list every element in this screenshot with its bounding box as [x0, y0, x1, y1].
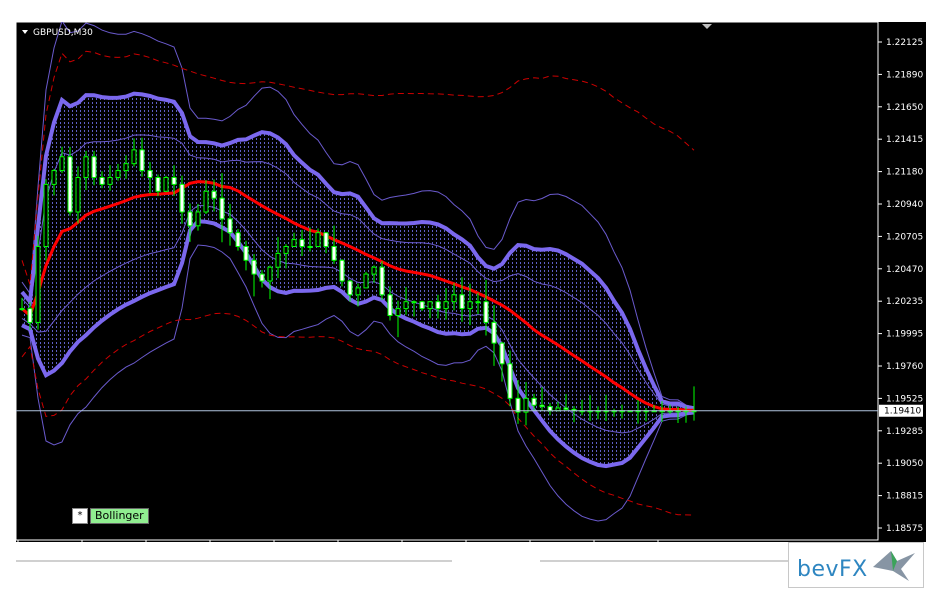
- scrollbar-track-right: [540, 560, 790, 562]
- candle-body: [547, 406, 553, 412]
- candle-body: [515, 397, 521, 413]
- candle-body: [275, 252, 281, 268]
- candle-body: [51, 170, 57, 185]
- candle-body: [467, 301, 473, 310]
- price-axis[interactable]: 1.22125 1.21890 1.21650 1.21415 1.21180 1.209…: [878, 38, 923, 534]
- price-chart[interactable]: 1.22125 1.21890 1.21650 1.21415 1.21180 1.209…: [16, 22, 926, 542]
- candle-body: [331, 245, 337, 261]
- candle-body: [507, 363, 513, 399]
- candle-body: [387, 294, 393, 317]
- candle-body: [299, 239, 305, 247]
- y-tick-label: 1.20705: [886, 232, 923, 242]
- y-tick-label: 1.21180: [886, 168, 923, 178]
- y-tick-label: 1.18815: [886, 492, 923, 502]
- candle-body: [523, 397, 529, 413]
- y-tick-label: 1.21650: [886, 103, 923, 113]
- candle-body: [91, 156, 97, 178]
- y-tick-label: 1.20940: [886, 200, 923, 210]
- candle-body: [347, 280, 353, 296]
- candle-body: [355, 287, 361, 296]
- candle-body: [67, 156, 73, 213]
- candle-body: [155, 176, 161, 192]
- candle-body: [499, 342, 505, 365]
- candle-body: [491, 321, 497, 344]
- candle-body: [427, 301, 433, 310]
- candle-body: [115, 170, 121, 178]
- candle-body: [107, 176, 113, 185]
- candle-body: [339, 259, 345, 282]
- candle-body: [475, 301, 481, 304]
- candle-body: [211, 190, 217, 199]
- logo: bevFX: [788, 542, 924, 588]
- candle-body: [459, 294, 465, 310]
- y-tick-label: 1.19285: [886, 427, 923, 437]
- candle-body: [195, 211, 201, 227]
- candle-body: [27, 308, 33, 323]
- candle-body: [539, 404, 545, 408]
- y-tick-label: 1.18575: [886, 524, 923, 534]
- candle-body: [99, 176, 105, 185]
- current-price-label: 1.19410: [884, 407, 921, 417]
- y-tick-label: 1.21890: [886, 70, 923, 80]
- candle-body: [435, 301, 441, 310]
- y-tick-label: 1.19525: [886, 394, 923, 404]
- logo-text: bevFX: [797, 557, 868, 582]
- indicator-button[interactable]: * Bollinger: [72, 508, 149, 524]
- y-tick-label: 1.19050: [886, 459, 923, 469]
- candle-body: [307, 245, 313, 248]
- candle-body: [395, 308, 401, 317]
- y-tick-label: 1.20470: [886, 265, 923, 275]
- candle-body: [483, 301, 489, 323]
- candle-body: [443, 301, 449, 310]
- candle-body: [163, 176, 169, 192]
- candle-body: [187, 211, 193, 227]
- candle-body: [419, 301, 425, 310]
- candle-body: [291, 239, 297, 247]
- candle-body: [123, 163, 129, 172]
- candle-body: [139, 149, 145, 172]
- candle-body: [563, 407, 569, 410]
- candle-body: [227, 218, 233, 234]
- candle-body: [403, 301, 409, 310]
- candle-body: [147, 170, 153, 178]
- y-tick-label: 1.19760: [886, 362, 923, 372]
- candle-body: [259, 273, 265, 282]
- symbol-label: GBPUSD,M30: [33, 28, 93, 38]
- candle-body: [19, 308, 25, 311]
- candle-body: [131, 149, 137, 165]
- y-tick-label: 1.21415: [886, 135, 923, 145]
- candle-body: [531, 397, 537, 406]
- candle-body: [251, 259, 257, 275]
- candle-body: [451, 294, 457, 303]
- candle-body: [59, 156, 65, 172]
- candle-body: [171, 176, 177, 185]
- candle-body: [315, 232, 321, 247]
- candle-body: [219, 197, 225, 220]
- candle-body: [243, 245, 249, 261]
- indicator-star[interactable]: *: [72, 508, 88, 524]
- candle-body: [83, 156, 89, 178]
- chart-window[interactable]: 1.22125 1.21890 1.21650 1.21415 1.21180 1.209…: [16, 22, 926, 542]
- candle-body: [179, 183, 185, 213]
- candle-body: [267, 266, 273, 282]
- candle-body: [323, 232, 329, 247]
- candle-body: [363, 273, 369, 289]
- y-tick-label: 1.19995: [886, 330, 923, 340]
- y-tick-label: 1.22125: [886, 38, 923, 48]
- candle-body: [35, 245, 41, 323]
- candle-body: [411, 301, 417, 304]
- candle-body: [75, 176, 81, 213]
- candle-body: [203, 190, 209, 213]
- y-tick-label: 1.20235: [886, 297, 923, 307]
- candle-body: [283, 245, 289, 254]
- scrollbar-track-left: [16, 560, 452, 562]
- candle-body: [379, 266, 385, 296]
- candle-body: [43, 183, 49, 247]
- candle-body: [371, 266, 377, 275]
- bird-logo-icon: [873, 551, 915, 581]
- plot-area: [16, 22, 879, 541]
- candle-body: [235, 232, 241, 247]
- indicator-label[interactable]: Bollinger: [90, 508, 149, 524]
